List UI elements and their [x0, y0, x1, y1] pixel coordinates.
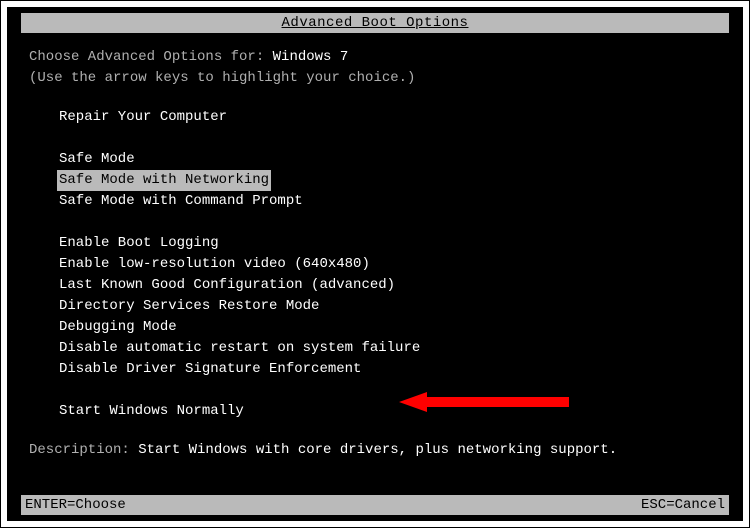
hint-text: (Use the arrow keys to highlight your ch… — [29, 68, 737, 89]
menu-item[interactable]: Debugging Mode — [57, 317, 179, 338]
menu-item[interactable]: Disable Driver Signature Enforcement — [57, 359, 363, 380]
boot-menu[interactable]: Repair Your ComputerSafe ModeSafe Mode w… — [29, 107, 737, 422]
description-label: Description: — [29, 442, 138, 458]
os-name: Windows 7 — [273, 49, 349, 65]
prompt-line: Choose Advanced Options for: Windows 7 — [29, 47, 737, 68]
menu-item[interactable]: Last Known Good Configuration (advanced) — [57, 275, 397, 296]
page-title: Advanced Boot Options — [282, 15, 469, 31]
menu-item[interactable]: Disable automatic restart on system fail… — [57, 338, 422, 359]
menu-item[interactable]: Enable low-resolution video (640x480) — [57, 254, 372, 275]
prompt-prefix: Choose Advanced Options for: — [29, 49, 273, 65]
menu-item[interactable]: Repair Your Computer — [57, 107, 229, 128]
footer-enter: ENTER=Choose — [25, 497, 126, 513]
footer-bar: ENTER=Choose ESC=Cancel — [21, 495, 729, 515]
title-bar: Advanced Boot Options — [21, 13, 729, 33]
menu-item[interactable]: Directory Services Restore Mode — [57, 296, 321, 317]
footer-esc: ESC=Cancel — [641, 497, 725, 513]
menu-item[interactable]: Start Windows Normally — [57, 401, 246, 422]
description-line: Description: Start Windows with core dri… — [29, 440, 737, 461]
menu-item[interactable]: Safe Mode with Command Prompt — [57, 191, 305, 212]
description-text: Start Windows with core drivers, plus ne… — [138, 442, 617, 458]
menu-item[interactable]: Safe Mode with Networking — [57, 170, 271, 191]
menu-item[interactable]: Enable Boot Logging — [57, 233, 221, 254]
menu-item[interactable]: Safe Mode — [57, 149, 137, 170]
